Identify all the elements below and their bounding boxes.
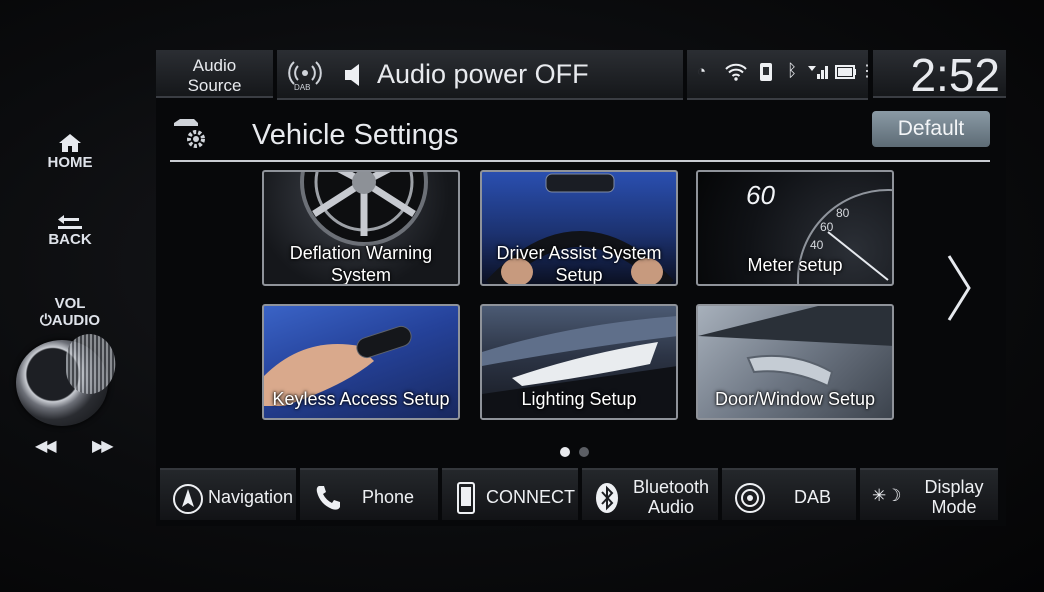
nav-dab[interactable]: DAB	[722, 468, 856, 520]
nav-navigation[interactable]: Navigation	[160, 468, 296, 520]
bluetooth-icon	[596, 483, 618, 513]
now-playing-area[interactable]: DAB Audio power OFF	[277, 50, 683, 100]
tile-deflation-label-2: System	[330, 265, 391, 285]
tile-meter-label: Meter setup	[747, 255, 843, 275]
tile-driver-assist-label-1: Driver Assist System	[496, 243, 662, 263]
wheel-image	[300, 172, 428, 246]
phone-icon	[316, 486, 340, 510]
back-label: BACK	[48, 231, 92, 248]
tile-door-window[interactable]: Door/Window Setup	[696, 304, 894, 420]
page-header: Vehicle Settings	[170, 110, 990, 162]
nav-display-mode[interactable]: ✳☽ Display Mode	[860, 468, 998, 520]
skip-forward-icon: ▶▶	[92, 438, 114, 455]
clock: 2:52	[873, 50, 1006, 100]
gauge-mark-3: 40	[810, 238, 824, 252]
default-button[interactable]: Default	[872, 111, 990, 147]
status-icons: ◔ ᛒ ⋮	[687, 50, 875, 100]
back-icon	[58, 215, 82, 229]
page-indicator	[560, 444, 598, 462]
dab-icon	[735, 483, 765, 513]
skip-back-button[interactable]: ◀◀	[35, 436, 57, 456]
tile-door-window-label: Door/Window Setup	[714, 389, 876, 409]
power-icon: ⏻	[39, 312, 52, 329]
navigation-icon	[173, 484, 203, 514]
cellular-signal-icon	[808, 66, 828, 79]
nav-navigation-label: Navigation	[208, 487, 294, 507]
smartphone-icon	[457, 482, 475, 514]
tile-keyless-label: Keyless Access Setup	[272, 389, 450, 409]
tile-deflation-warning[interactable]: Deflation Warning System	[262, 170, 460, 286]
bluetooth-status-icon: ᛒ	[787, 61, 798, 80]
nav-connect-label: CONNECT	[486, 487, 575, 507]
tile-keyless-access[interactable]: Keyless Access Setup	[262, 304, 460, 420]
display-mode-icon: ✳☽	[872, 486, 902, 505]
page-dot-inactive[interactable]	[579, 447, 589, 457]
audio-source-button[interactable]: Audio Source	[156, 50, 273, 98]
home-icon	[59, 134, 81, 152]
dab-icon-text: DAB	[294, 83, 311, 92]
home-hardware-button[interactable]: HOME	[34, 133, 106, 171]
usb-phone-icon	[760, 63, 772, 81]
nav-connect[interactable]: CONNECT	[442, 468, 578, 520]
gauge-mark-2: 60	[820, 220, 834, 234]
meter-speed-readout: 60	[746, 180, 775, 210]
nav-display-label-1: Display	[924, 477, 984, 497]
skip-forward-button[interactable]: ▶▶	[92, 436, 114, 456]
tile-lighting-setup[interactable]: Lighting Setup	[480, 304, 678, 420]
home-label: HOME	[47, 154, 93, 171]
nav-phone[interactable]: Phone	[300, 468, 438, 520]
next-page-arrow[interactable]	[946, 253, 972, 323]
vol-label: VOL	[54, 295, 86, 312]
tile-meter-setup[interactable]: 60 80 60 40 Meter setup	[696, 170, 894, 286]
audio-source-line1: Audio	[192, 56, 237, 75]
page-title: Vehicle Settings	[252, 119, 459, 151]
status-bar: Audio Source DAB Audio power OFF ◔ ᛒ ⋮ 2…	[156, 50, 1006, 100]
tile-driver-assist[interactable]: Driver Assist System Setup	[480, 170, 678, 286]
volume-power-knob[interactable]	[16, 340, 108, 426]
nav-phone-label: Phone	[362, 487, 415, 507]
tile-deflation-label-1: Deflation Warning	[289, 243, 433, 263]
tile-driver-assist-label-2: Setup	[555, 265, 603, 285]
nav-display-label-2: Mode	[931, 497, 977, 517]
page-dot-active	[560, 447, 570, 457]
tile-lighting-label: Lighting Setup	[521, 389, 637, 409]
nav-bluetooth-label-2: Audio	[647, 497, 695, 517]
now-playing-text: Audio power OFF	[377, 59, 589, 89]
wifi-icon	[725, 63, 747, 81]
nav-dab-label: DAB	[794, 487, 832, 507]
back-hardware-button[interactable]: BACK	[34, 214, 106, 248]
bottom-nav: Navigation Phone CONNECT Bluetooth Audio…	[160, 468, 998, 522]
skip-back-icon: ◀◀	[35, 438, 57, 455]
audio-label: AUDIO	[51, 312, 101, 329]
audio-source-line2: Source	[187, 76, 242, 95]
volume-label-group: VOL ⏻AUDIO	[34, 295, 106, 329]
signal-arc-icon: ◔	[697, 63, 707, 80]
speaker-icon	[345, 64, 359, 86]
battery-icon	[835, 65, 856, 79]
vehicle-settings-icon	[174, 119, 205, 148]
gauge-mark-1: 80	[836, 206, 850, 220]
nav-bluetooth-label-1: Bluetooth	[632, 477, 710, 497]
nav-bluetooth-audio[interactable]: Bluetooth Audio	[582, 468, 718, 520]
